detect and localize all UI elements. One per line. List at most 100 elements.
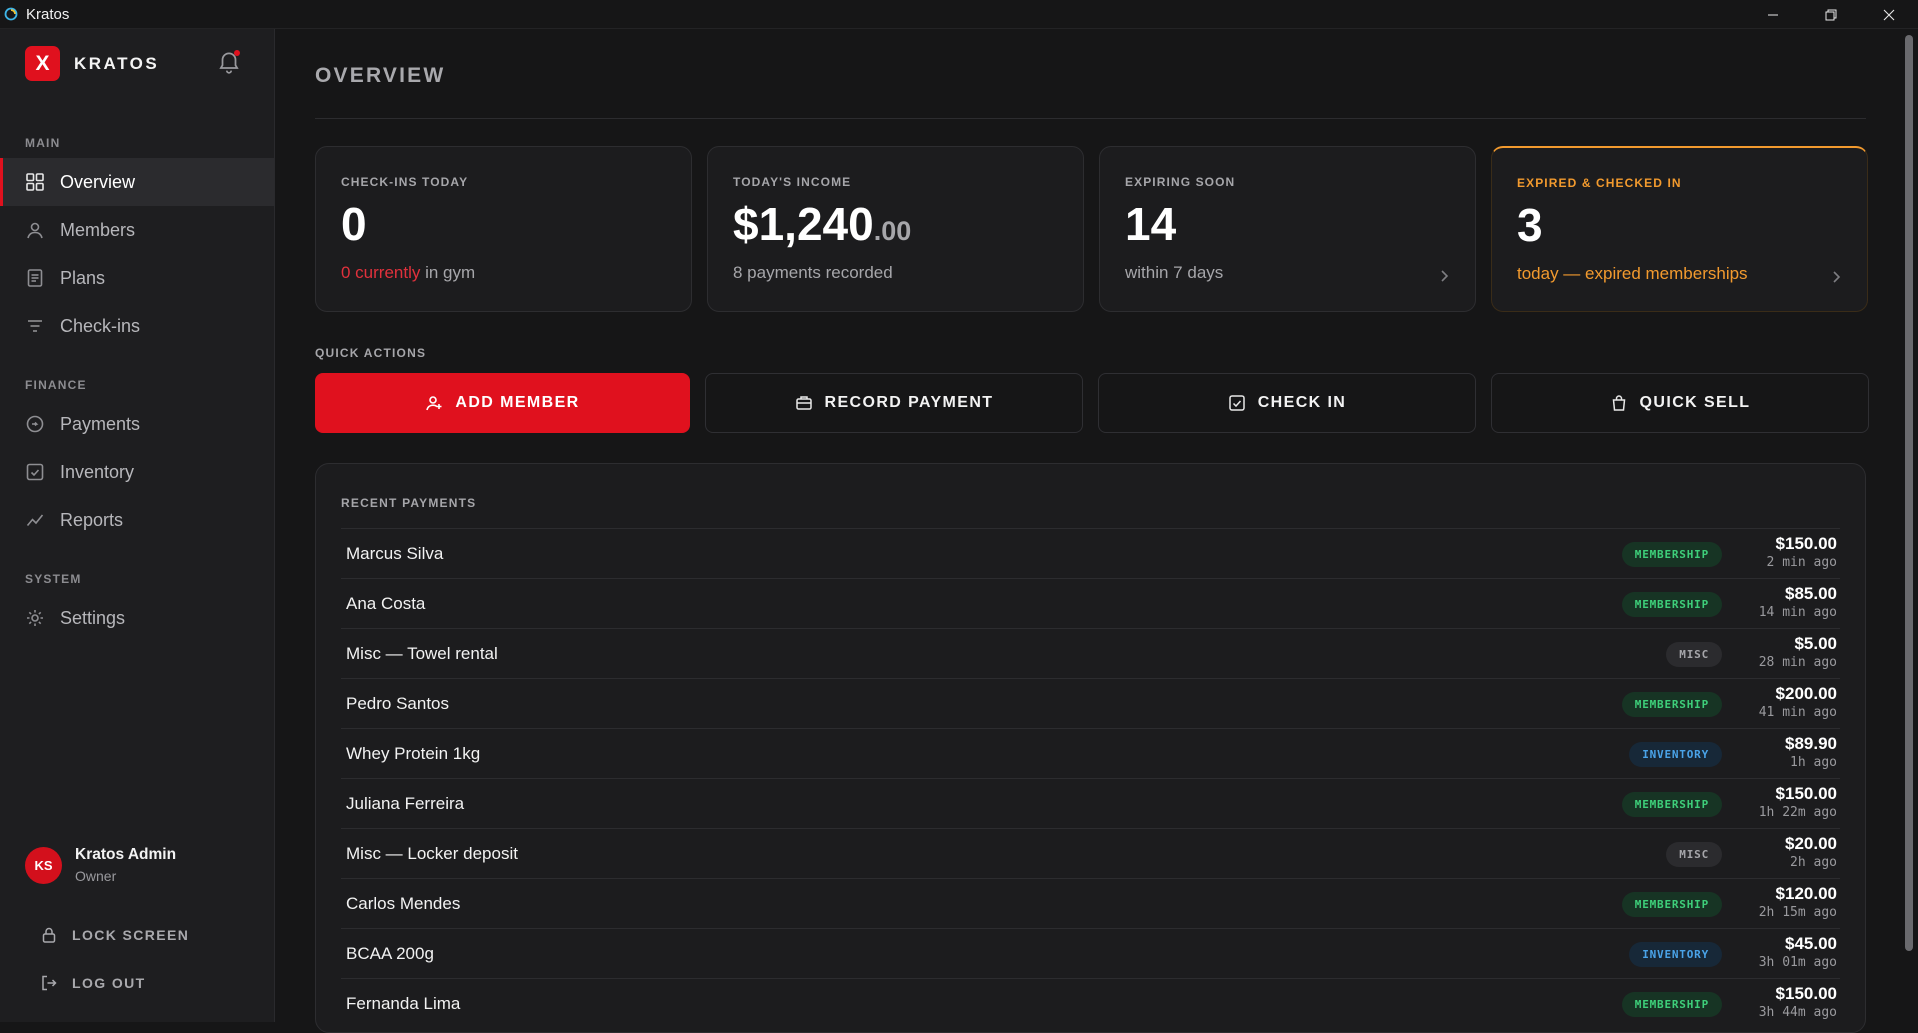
recent-payments-label: RECENT PAYMENTS bbox=[341, 496, 477, 510]
payment-amount: $150.00 bbox=[1775, 784, 1837, 803]
payment-type-badge: INVENTORY bbox=[1629, 942, 1722, 967]
stat-value: 14 bbox=[1125, 198, 1177, 250]
list-item[interactable]: Pedro Santos MEMBERSHIP $200.00 41 min ago bbox=[341, 678, 1840, 728]
sidebar-item-label: Reports bbox=[60, 509, 124, 530]
notifications-button[interactable] bbox=[216, 49, 242, 75]
sidebar-item-overview[interactable]: Overview bbox=[0, 158, 274, 206]
list-item[interactable]: Whey Protein 1kg INVENTORY $89.90 1h ago bbox=[341, 728, 1840, 778]
check-in-button[interactable]: CHECK IN bbox=[1098, 373, 1476, 433]
payment-amount: $120.00 bbox=[1775, 884, 1837, 903]
payment-name: Pedro Santos bbox=[346, 694, 450, 713]
payment-time: 2 min ago bbox=[1766, 555, 1837, 570]
window-titlebar: Kratos bbox=[0, 0, 1918, 29]
sidebar-item-plans[interactable]: Plans bbox=[0, 254, 274, 302]
quick-sell-button[interactable]: QUICK SELL bbox=[1491, 373, 1869, 433]
lock-icon bbox=[40, 926, 58, 944]
log-out-button[interactable]: LOG OUT bbox=[40, 974, 146, 992]
close-icon bbox=[1883, 9, 1895, 20]
nav-section-finance: FINANCE bbox=[25, 378, 87, 392]
stat-subtitle-rest: in gym bbox=[420, 263, 476, 282]
sidebar-item-label: Members bbox=[60, 219, 136, 240]
payment-amount: $5.00 bbox=[1794, 634, 1837, 653]
sidebar-item-check-ins[interactable]: Check-ins bbox=[0, 302, 274, 350]
stat-subtitle: today — expired memberships bbox=[1517, 264, 1748, 283]
filter-icon bbox=[25, 316, 45, 336]
document-icon bbox=[25, 268, 45, 288]
log-out-icon bbox=[40, 974, 58, 992]
income-amount: $1,240 bbox=[733, 198, 874, 250]
sidebar-item-label: Inventory bbox=[60, 461, 135, 482]
sidebar-item-settings[interactable]: Settings bbox=[0, 594, 274, 642]
window-title: Kratos bbox=[26, 5, 70, 23]
nav-section-main: MAIN bbox=[25, 136, 61, 150]
list-item[interactable]: Carlos Mendes MEMBERSHIP $120.00 2h 15m ago bbox=[341, 878, 1840, 928]
payment-type-badge: MEMBERSHIP bbox=[1621, 992, 1722, 1017]
stat-card-expiring-soon[interactable]: EXPIRING SOON 14 within 7 days bbox=[1099, 146, 1476, 312]
recent-payments-panel: RECENT PAYMENTS Marcus Silva MEMBERSHIP $1… bbox=[315, 463, 1866, 1033]
add-member-label: ADD MEMBER bbox=[455, 394, 580, 411]
payment-name: Whey Protein 1kg bbox=[346, 744, 481, 763]
stat-card-expired-checked-in[interactable]: EXPIRED & CHECKED IN 3 today — expired m… bbox=[1491, 146, 1868, 312]
sidebar-item-members[interactable]: Members bbox=[0, 206, 274, 254]
sidebar-item-inventory[interactable]: Inventory bbox=[0, 448, 274, 496]
chevron-right-icon bbox=[1833, 271, 1841, 283]
recent-payments-list: Marcus Silva MEMBERSHIP $150.00 2 min ago A… bbox=[341, 528, 1840, 1028]
payment-name: Misc — Towel rental bbox=[346, 644, 498, 663]
quick-actions-label: QUICK ACTIONS bbox=[315, 346, 427, 360]
add-member-button[interactable]: ADD MEMBER bbox=[315, 373, 690, 433]
lock-screen-button[interactable]: LOCK SCREEN bbox=[40, 926, 189, 944]
brand[interactable]: X KRATOS bbox=[25, 46, 159, 81]
payment-name: Juliana Ferreira bbox=[346, 794, 465, 813]
stat-value: $1,240.00 bbox=[733, 197, 911, 251]
user-profile[interactable]: KS Kratos Admin Owner bbox=[25, 846, 176, 884]
list-item[interactable]: Ana Costa MEMBERSHIP $85.00 14 min ago bbox=[341, 578, 1840, 628]
list-item[interactable]: Misc — Towel rental MISC $5.00 28 min ago bbox=[341, 628, 1840, 678]
app-icon bbox=[4, 7, 18, 21]
minimize-button[interactable] bbox=[1744, 0, 1802, 29]
payment-amount: $85.00 bbox=[1785, 584, 1837, 603]
list-item[interactable]: Juliana Ferreira MEMBERSHIP $150.00 1h 22m … bbox=[341, 778, 1840, 828]
stat-label: EXPIRED & CHECKED IN bbox=[1517, 176, 1682, 190]
brand-logo: X bbox=[25, 46, 60, 81]
income-cents: .00 bbox=[873, 216, 912, 246]
record-payment-button[interactable]: RECORD PAYMENT bbox=[705, 373, 1083, 433]
payment-type-badge: MEMBERSHIP bbox=[1621, 542, 1722, 567]
scrollbar[interactable] bbox=[1905, 35, 1913, 951]
quick-sell-label: QUICK SELL bbox=[1639, 394, 1751, 411]
restore-button[interactable] bbox=[1802, 0, 1860, 29]
payment-type-badge: MISC bbox=[1666, 642, 1722, 667]
list-item[interactable]: Misc — Locker deposit MISC $20.00 2h ago bbox=[341, 828, 1840, 878]
stat-label: TODAY'S INCOME bbox=[733, 175, 852, 189]
sidebar: X KRATOS MAIN Overview Members Plans Che… bbox=[0, 29, 275, 1022]
payment-amount: $20.00 bbox=[1785, 834, 1837, 853]
payment-time: 41 min ago bbox=[1758, 705, 1837, 720]
stat-value: 3 bbox=[1517, 199, 1543, 251]
payment-time: 2h ago bbox=[1790, 855, 1837, 870]
payment-name: BCAA 200g bbox=[346, 944, 434, 963]
payment-time: 28 min ago bbox=[1758, 655, 1837, 670]
checkbox-icon bbox=[25, 462, 45, 482]
lock-screen-label: LOCK SCREEN bbox=[72, 927, 190, 943]
sidebar-item-label: Plans bbox=[60, 267, 106, 288]
sidebar-item-reports[interactable]: Reports bbox=[0, 496, 274, 544]
trend-icon bbox=[25, 510, 45, 530]
payment-amount: $200.00 bbox=[1775, 684, 1837, 703]
log-out-label: LOG OUT bbox=[72, 975, 146, 991]
stat-subtitle: 8 payments recorded bbox=[733, 263, 893, 282]
sidebar-item-payments[interactable]: Payments bbox=[0, 400, 274, 448]
list-item[interactable]: Marcus Silva MEMBERSHIP $150.00 2 min ago bbox=[341, 528, 1840, 578]
wallet-icon bbox=[795, 394, 813, 412]
close-button[interactable] bbox=[1860, 0, 1918, 29]
stat-card-income: TODAY'S INCOME $1,240.00 8 payments reco… bbox=[707, 146, 1084, 312]
payment-type-badge: MEMBERSHIP bbox=[1621, 892, 1722, 917]
sidebar-item-label: Payments bbox=[60, 413, 141, 434]
stat-label: EXPIRING SOON bbox=[1125, 175, 1236, 189]
list-item[interactable]: BCAA 200g INVENTORY $45.00 3h 01m ago bbox=[341, 928, 1840, 978]
payment-amount: $150.00 bbox=[1775, 534, 1837, 553]
brand-name: KRATOS bbox=[74, 53, 160, 73]
divider bbox=[315, 118, 1866, 119]
avatar: KS bbox=[25, 846, 62, 884]
payment-name: Misc — Locker deposit bbox=[346, 844, 518, 863]
user-role: Owner bbox=[75, 868, 117, 884]
list-item[interactable]: Fernanda Lima MEMBERSHIP $150.00 3h 44m ago bbox=[341, 978, 1840, 1028]
